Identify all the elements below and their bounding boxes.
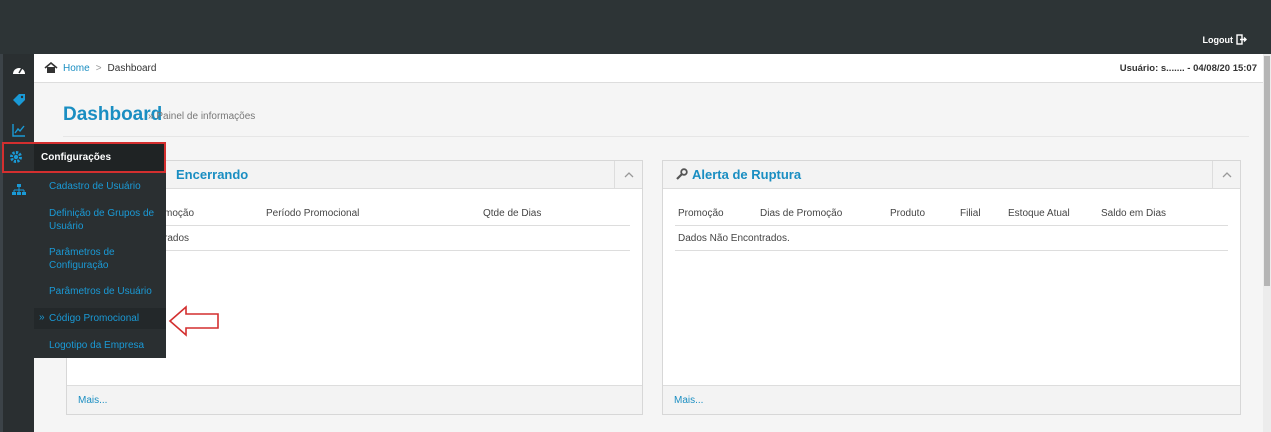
- menu-item-user-groups[interactable]: Definição de Grupos de Usuário: [49, 207, 161, 233]
- column-header: Qtde de Dias: [483, 207, 542, 219]
- chevron-up-icon: [1222, 172, 1231, 178]
- collapse-button[interactable]: [1212, 161, 1240, 189]
- panel-title: Encerrando: [176, 167, 249, 182]
- column-header: Período Promocional: [266, 207, 360, 219]
- chevron-up-icon: [624, 172, 633, 178]
- page-subtitle: » Painel de informações: [148, 111, 256, 122]
- empty-message: Dados Não Encontrados.: [678, 232, 790, 244]
- active-marker: »: [39, 312, 45, 323]
- chart-icon[interactable]: [9, 120, 29, 140]
- menu-item-promo-code[interactable]: Código Promocional: [49, 312, 161, 325]
- logout-button[interactable]: Logout: [1203, 34, 1248, 45]
- more-link[interactable]: Mais...: [67, 385, 642, 414]
- wrench-icon: [676, 168, 688, 180]
- column-header: Estoque Atual: [1008, 207, 1070, 219]
- top-bar: Logout: [0, 0, 1271, 54]
- column-header: moção: [164, 207, 195, 219]
- menu-item-company-logo[interactable]: Logotipo da Empresa: [49, 339, 161, 352]
- sidebar: [0, 54, 34, 432]
- panel-header: Alerta de Ruptura: [663, 161, 1240, 189]
- panel-stock-rupture: Alerta de Ruptura Promoção Dias de Promo…: [662, 160, 1241, 415]
- column-header: Filial: [960, 207, 981, 219]
- breadcrumb-home-link[interactable]: Home: [63, 63, 90, 74]
- breadcrumb-current: Dashboard: [107, 62, 157, 74]
- logout-label: Logout: [1202, 34, 1234, 45]
- highlight-box: [2, 142, 166, 173]
- panel-title: Alerta de Ruptura: [692, 167, 802, 182]
- table-header-row: Promoção Dias de Promoção Produto Filial…: [675, 201, 1228, 226]
- scrollbar-thumb[interactable]: [1264, 56, 1270, 286]
- more-link[interactable]: Mais...: [663, 385, 1240, 414]
- logout-icon: [1236, 34, 1247, 45]
- menu-item-user-registration[interactable]: Cadastro de Usuário: [49, 180, 161, 193]
- column-header: Promoção: [678, 207, 724, 219]
- empty-message: rados: [164, 232, 190, 244]
- scrollbar[interactable]: [1263, 54, 1271, 432]
- column-header: Produto: [890, 207, 926, 219]
- title-divider: [63, 136, 1249, 137]
- arrow-annotation-icon: [168, 305, 219, 337]
- column-header: Saldo em Dias: [1101, 207, 1167, 219]
- menu-item-user-params[interactable]: Parâmetros de Usuário: [49, 285, 161, 298]
- menu-item-config-params[interactable]: Parâmetros de Configuração: [49, 246, 161, 272]
- breadcrumb: Home > Dashboard Usuário: s....... - 04/…: [34, 54, 1263, 83]
- column-header: Dias de Promoção: [760, 207, 843, 219]
- panel-table: Promoção Dias de Promoção Produto Filial…: [675, 201, 1228, 251]
- collapse-button[interactable]: [614, 161, 642, 189]
- table-row: Dados Não Encontrados.: [675, 226, 1228, 251]
- dashboard-icon[interactable]: [9, 60, 29, 80]
- home-icon: [44, 62, 58, 73]
- settings-flyout-menu: Configurações Cadastro de Usuário Defini…: [34, 142, 166, 358]
- user-info: Usuário: s....... - 04/08/20 15:07: [1119, 63, 1257, 74]
- tag-icon[interactable]: [9, 90, 29, 110]
- breadcrumb-separator: >: [95, 62, 102, 74]
- sitemap-icon[interactable]: [9, 180, 29, 200]
